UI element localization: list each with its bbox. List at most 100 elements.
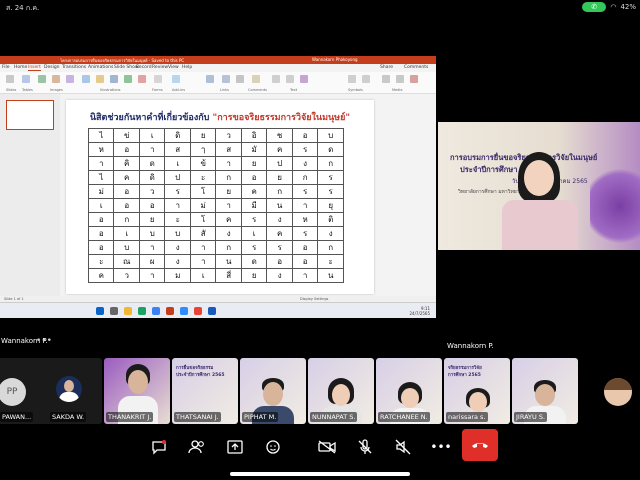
slide-canvas[interactable]: นิสิตช่วยกันหาคำที่เกี่ยวข้องกับ "การขอจ… [66, 100, 374, 294]
pictures-icon[interactable] [38, 75, 46, 83]
participant-tile[interactable]: SAKDA W. [36, 358, 102, 424]
edge-icon[interactable] [152, 307, 160, 315]
grid-cell: อ [113, 184, 140, 199]
participant-tile[interactable]: NUNNAPAT S. [308, 358, 374, 424]
3d-models-icon[interactable] [110, 75, 118, 83]
tab-design[interactable]: Design [44, 65, 60, 70]
speaker-video[interactable]: การอบรมการยื่นขอจริยธรรมการวิจัยในมนุษย์… [438, 122, 640, 250]
slide-thumbnail-pane[interactable] [0, 94, 60, 310]
participant-tile[interactable]: จริยธรรมการวิจัย การศึกษา 2565 narissara … [444, 358, 510, 424]
grid-cell: อ [291, 240, 319, 255]
participant-tile[interactable]: การยื่นขอจริยธรรม ประจำปีการศึกษา 2565 TH… [172, 358, 238, 424]
powerpoint-icon[interactable] [166, 307, 174, 315]
tile-banner: การยื่นขอจริยธรรม ประจำปีการศึกษา 2565 [176, 366, 225, 378]
add-ins-icon[interactable] [172, 75, 180, 83]
ribbon: Slides Tables Images Illustrations Forms… [0, 72, 436, 94]
slide-count: Slide 1 of 1 [4, 297, 24, 301]
grid-cell: า [164, 198, 191, 213]
grid-cell: สั [189, 226, 217, 241]
participant-tile[interactable]: JIRAYU S. [512, 358, 578, 424]
grid-row: อกยะโครงหติ [87, 212, 344, 227]
participants-button[interactable] [184, 434, 210, 460]
participant-name: PAWAN... [0, 412, 34, 422]
participant-tile[interactable]: RATCHANEE N. [376, 358, 442, 424]
end-call-button[interactable] [462, 429, 498, 461]
forms-icon[interactable] [154, 75, 162, 83]
wordart-icon[interactable] [300, 75, 308, 83]
tab-animations[interactable]: Animations [88, 65, 113, 70]
ribbon-group-links: Links [220, 88, 229, 92]
participant-tile[interactable]: THANAKRIT J. [104, 358, 170, 424]
screen-recording-icon[interactable] [410, 75, 418, 83]
grid-cell: ร [164, 184, 191, 199]
tab-record[interactable]: Record [136, 65, 152, 70]
text-box-icon[interactable] [272, 75, 280, 83]
album-icon[interactable] [66, 75, 74, 83]
slide-title: นิสิตช่วยกันหาคำที่เกี่ยวข้องกับ "การขอจ… [66, 110, 374, 124]
tab-review[interactable]: Review [152, 65, 168, 70]
start-icon[interactable] [96, 307, 104, 315]
tab-insert[interactable]: Insert [28, 65, 41, 71]
file-explorer-icon[interactable] [124, 307, 132, 315]
symbol-icon[interactable] [362, 75, 370, 83]
display-settings[interactable]: Display Settings [300, 297, 328, 301]
smartart-icon[interactable] [124, 75, 132, 83]
share-more-icon[interactable]: ••• [36, 336, 52, 346]
zoom-app-icon[interactable] [180, 307, 188, 315]
active-call-pill[interactable]: ✆ [582, 2, 607, 12]
line-app-icon[interactable] [138, 307, 146, 315]
mute-button[interactable] [352, 434, 378, 460]
screenshot-icon[interactable] [52, 75, 60, 83]
ribbon-group-symbols: Symbols [348, 88, 363, 92]
grid-cell: ห [87, 142, 115, 157]
audio-icon[interactable] [396, 75, 404, 83]
video-icon[interactable] [382, 75, 390, 83]
speaker-button[interactable] [390, 434, 416, 460]
tab-view[interactable]: View [168, 65, 179, 70]
grid-cell: ก [215, 170, 242, 185]
participant-tile[interactable] [584, 358, 640, 424]
chat-button[interactable] [146, 434, 172, 460]
camera-button[interactable] [314, 434, 340, 460]
tab-file[interactable]: File [2, 65, 10, 70]
word-icon[interactable] [208, 307, 216, 315]
share-screen-button[interactable] [222, 434, 248, 460]
equation-icon[interactable] [348, 75, 356, 83]
chart-icon[interactable] [138, 75, 146, 83]
participant-name: SAKDA W. [50, 412, 87, 422]
participant-tile[interactable]: PIPHAT M. [240, 358, 306, 424]
action-icon[interactable] [236, 75, 244, 83]
grid-cell: ง [317, 226, 344, 241]
grid-cell: คิ [113, 156, 140, 171]
icons-icon[interactable] [96, 75, 104, 83]
header-footer-icon[interactable] [286, 75, 294, 83]
grid-row: ความเสี่ยงาน [87, 268, 344, 283]
grid-row: ไคดิปะกอยกร [87, 170, 344, 185]
slide-thumbnail[interactable] [6, 100, 54, 130]
tab-help[interactable]: Help [182, 65, 192, 70]
grid-cell: ย [266, 170, 293, 185]
link-icon[interactable] [222, 75, 230, 83]
new-slide-icon[interactable] [6, 75, 14, 83]
tab-transitions[interactable]: Transitions [62, 65, 86, 70]
tab-slide-show[interactable]: Slide Show [114, 65, 139, 70]
search-icon[interactable] [110, 307, 118, 315]
reactions-button[interactable] [260, 434, 286, 460]
grid-cell: ย [215, 184, 242, 199]
slide-title-highlight: "การขอจริยธรรมการวิจัยในมนุษย์" [212, 113, 351, 123]
tab-home[interactable]: Home [14, 65, 27, 70]
grid-cell: บ [164, 226, 191, 241]
home-indicator [230, 472, 410, 476]
grid-cell: เ [164, 156, 191, 171]
share-button[interactable]: Share [380, 65, 393, 70]
chrome-icon[interactable] [194, 307, 202, 315]
grid-cell: อิ [240, 128, 268, 143]
comments-button[interactable]: Comments [404, 65, 428, 70]
shapes-icon[interactable] [82, 75, 90, 83]
phone-icon: ✆ [591, 3, 598, 11]
comment-icon[interactable] [252, 75, 260, 83]
more-button[interactable]: ••• [428, 434, 454, 460]
table-icon[interactable] [22, 75, 30, 83]
zoom-icon[interactable] [206, 75, 214, 83]
grid-cell: ก [291, 170, 319, 185]
